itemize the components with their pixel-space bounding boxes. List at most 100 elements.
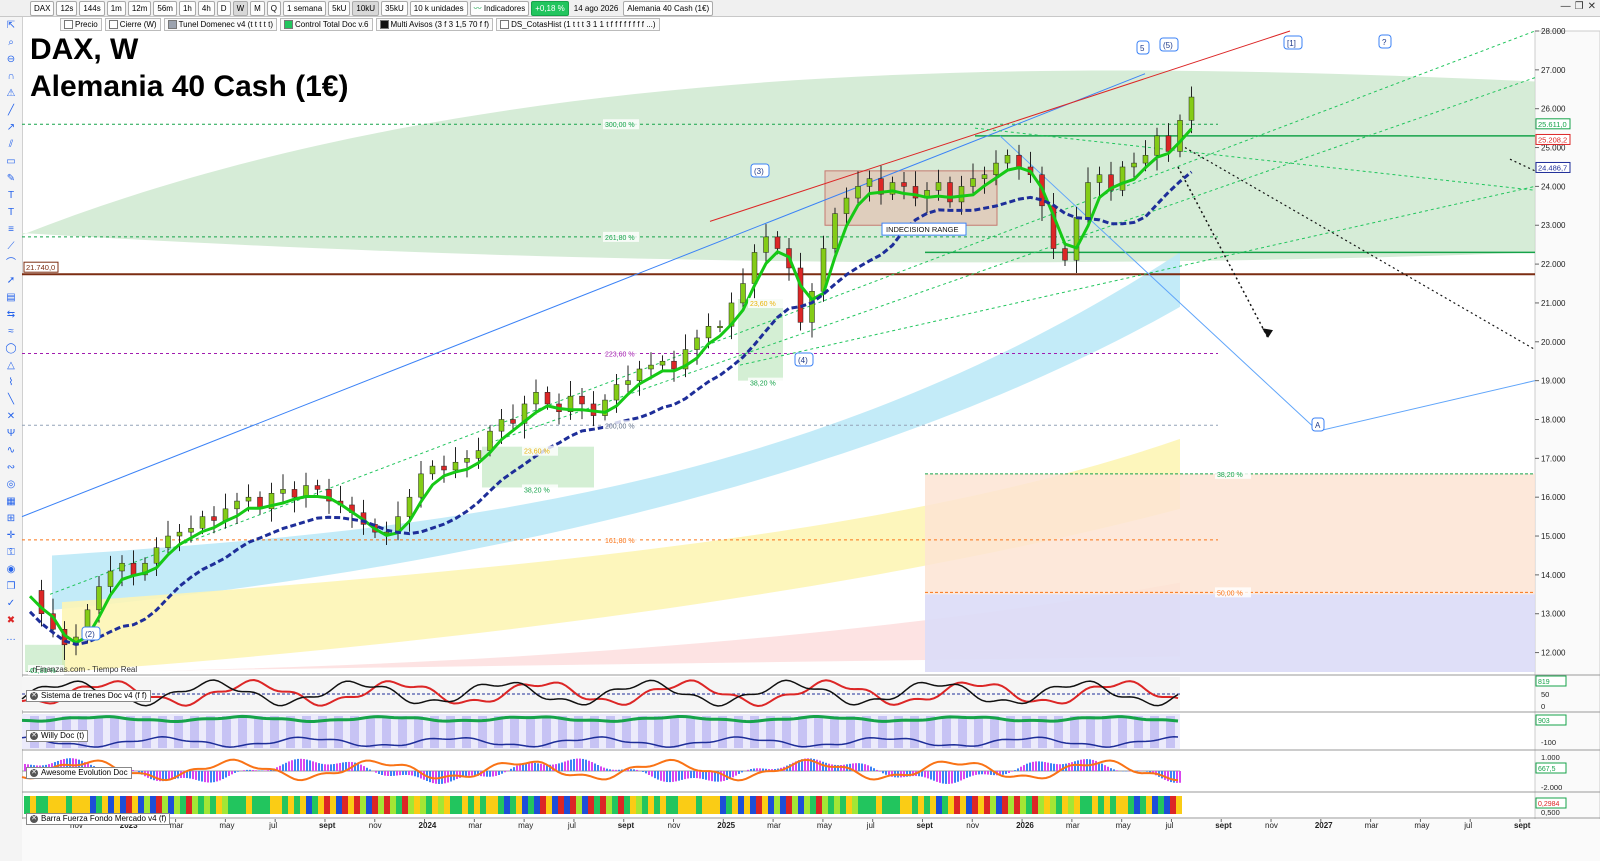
panel-title-trenes[interactable]: ✕ Sistema de trenes Doc v4 (f f) xyxy=(26,690,151,702)
barra-fuerza-bar xyxy=(492,796,498,814)
awesome-bar xyxy=(543,764,545,771)
barra-fuerza-bar xyxy=(156,796,162,814)
indicator-chip[interactable]: Control Total Doc v.6 xyxy=(279,18,373,31)
awesome-bar xyxy=(936,771,938,782)
indicator-chip[interactable]: DS_CotasHist (1 t t t 3 1 1 t f f f f f … xyxy=(496,18,660,31)
awesome-bar xyxy=(492,771,494,777)
barra-fuerza-bar xyxy=(486,796,492,814)
fib-label: 50,00 % xyxy=(1217,590,1243,597)
candle xyxy=(947,182,953,203)
barra-fuerza-bar xyxy=(30,796,36,814)
barra-fuerza-bar xyxy=(204,796,210,814)
awesome-bar xyxy=(561,762,563,771)
candle xyxy=(464,458,470,463)
close-panel-icon[interactable]: ✕ xyxy=(30,732,38,740)
indicator-chip[interactable]: Tunel Domenec v4 (t t t t t) xyxy=(163,18,277,31)
indicator-chip[interactable]: Precio xyxy=(60,18,102,31)
willy-bar xyxy=(1134,716,1143,748)
barra-fuerza-bar xyxy=(54,796,60,814)
awesome-bar xyxy=(870,766,872,771)
indicator-label: Control Total Doc v.6 xyxy=(294,20,369,29)
barra-fuerza-bar xyxy=(528,796,534,814)
awesome-bar xyxy=(315,762,317,771)
close-panel-icon[interactable]: ✕ xyxy=(30,692,38,700)
barra-fuerza-bar xyxy=(198,796,204,814)
awesome-bar xyxy=(597,765,599,771)
barra-fuerza-bar xyxy=(834,796,840,814)
barra-fuerza-bar xyxy=(444,796,450,814)
awesome-bar xyxy=(1029,762,1031,771)
candle xyxy=(314,485,321,490)
candle xyxy=(130,562,137,576)
indicator-color-icon xyxy=(379,20,389,29)
wave-label: 5 xyxy=(1140,44,1145,53)
willy-bar xyxy=(1102,716,1111,748)
barra-fuerza-bar xyxy=(1044,796,1050,814)
close-panel-icon[interactable]: ✕ xyxy=(30,815,38,823)
fib-label: 23,60 % xyxy=(750,301,776,308)
barra-fuerza-bar xyxy=(336,796,342,814)
awesome-bar xyxy=(930,771,932,780)
barra-fuerza-bar xyxy=(900,796,906,814)
awesome-bar xyxy=(513,767,515,771)
awesome-bar xyxy=(309,760,311,771)
barra-fuerza-bar xyxy=(1032,796,1038,814)
panel-title-willy[interactable]: ✕ Willy Doc (t) xyxy=(26,730,89,742)
barra-fuerza-bar xyxy=(246,796,252,814)
y-tick-label: 23.000 xyxy=(1541,221,1566,230)
awesome-bar xyxy=(594,763,596,771)
awesome-bar xyxy=(300,758,302,771)
awesome-bar xyxy=(402,771,404,775)
candle xyxy=(694,337,700,350)
barra-fuerza-bar xyxy=(738,796,744,814)
indicator-label: Cierre (W) xyxy=(119,20,157,29)
candle xyxy=(1119,166,1126,191)
panel-axis-label: -100 xyxy=(1541,738,1556,747)
willy-bar xyxy=(94,716,103,748)
barra-fuerza-bar xyxy=(438,796,444,814)
candle xyxy=(1004,155,1011,164)
awesome-bar xyxy=(267,770,269,771)
indicator-chip[interactable]: Multi Avisos (3 f 3 1,5 70 f f) xyxy=(375,18,494,31)
willy-bar xyxy=(510,716,519,748)
awesome-bar xyxy=(690,771,692,779)
barra-fuerza-bar xyxy=(696,796,702,814)
candle xyxy=(797,267,804,323)
awesome-bar xyxy=(873,768,875,771)
barra-fuerza-bar xyxy=(396,796,402,814)
awesome-bar xyxy=(1113,769,1115,771)
barra-fuerza-bar xyxy=(756,796,762,814)
panel-title-awesome[interactable]: ✕ Awesome Evolution Doc xyxy=(26,767,132,779)
awesome-bar xyxy=(954,771,956,783)
awesome-bar xyxy=(711,771,713,782)
barra-fuerza-bar xyxy=(84,796,90,814)
close-panel-icon[interactable]: ✕ xyxy=(30,769,38,777)
awesome-bar xyxy=(576,758,578,771)
y-tick-label: 13.000 xyxy=(1541,610,1566,619)
panel-title-barra[interactable]: ✕ Barra Fuerza Fondo Mercado v4 (f) xyxy=(26,813,171,825)
y-tick-label: 24.000 xyxy=(1541,182,1566,191)
barra-fuerza-bar xyxy=(882,796,888,814)
barra-fuerza-bar xyxy=(216,796,222,814)
barra-fuerza-bar xyxy=(450,796,456,814)
chart-canvas[interactable]: 12.000 13.000 14.000 15.000 16.000 17.000 18.0… xyxy=(0,0,1600,861)
awesome-bar xyxy=(282,764,284,771)
y-tick-label: 19.000 xyxy=(1541,377,1566,386)
x-tick-label: sept xyxy=(1215,821,1232,830)
awesome-bar xyxy=(249,769,251,771)
retracement-box-2 xyxy=(738,299,783,381)
barra-fuerza-bar xyxy=(978,796,984,814)
wave-label: (3) xyxy=(754,167,764,176)
indicator-chip[interactable]: Cierre (W) xyxy=(104,18,161,31)
candle xyxy=(763,236,769,253)
awesome-bar xyxy=(642,771,644,772)
awesome-bar xyxy=(564,761,566,771)
barra-fuerza-bar xyxy=(1116,796,1122,814)
y-tick-label: 16.000 xyxy=(1541,493,1566,502)
barra-fuerza-bar xyxy=(516,796,522,814)
x-tick-label: jul xyxy=(567,821,576,830)
awesome-bar xyxy=(1050,763,1052,771)
barra-fuerza-bar xyxy=(60,796,66,814)
candle xyxy=(544,392,551,405)
wave-label: [1] xyxy=(1287,39,1296,48)
